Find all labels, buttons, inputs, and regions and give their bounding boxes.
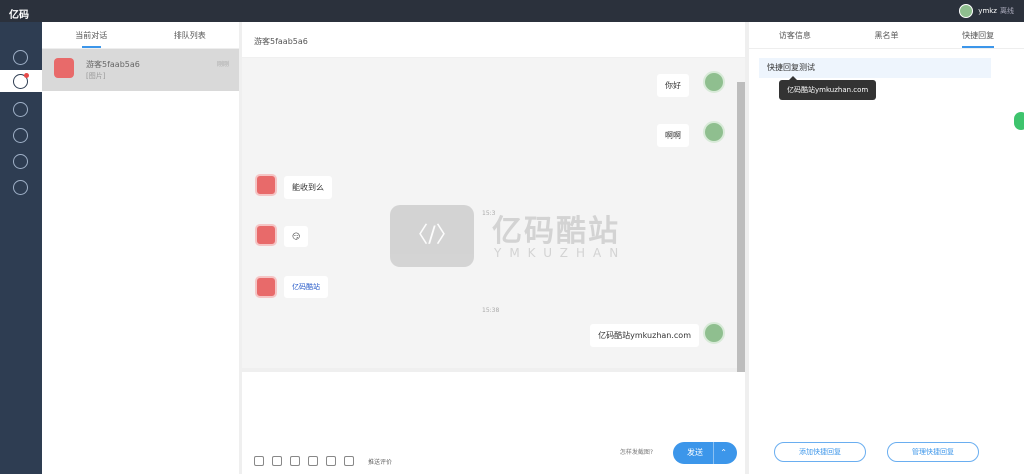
visitor-avatar	[255, 224, 277, 246]
watermark-title: 亿码酷站	[492, 214, 620, 249]
send-label: 发送	[687, 448, 703, 457]
chevron-up-icon[interactable]: ⌃	[713, 442, 727, 464]
watermark-logo: 〈/〉	[390, 205, 474, 267]
visitor-icon[interactable]	[13, 128, 28, 143]
visitor-avatar	[255, 174, 277, 196]
list-icon[interactable]	[13, 154, 28, 169]
manage-quick-reply-button[interactable]: 管理快捷回复	[887, 442, 979, 462]
last-message: [图片]	[86, 72, 106, 80]
message-editor[interactable]: 推送评价 怎样发截图? 发送 ⌃	[242, 372, 745, 474]
tab-visitor-info[interactable]: 访客信息	[749, 22, 841, 48]
app-logo: 亿码	[9, 10, 29, 21]
visitor-name: 游客5faab5a6	[86, 60, 140, 69]
visitor-avatar	[255, 276, 277, 298]
send-button[interactable]: 发送 ⌃	[673, 442, 737, 464]
scrollbar[interactable]	[737, 82, 745, 382]
block-icon[interactable]	[308, 456, 318, 466]
message-bubble: 亿码酷站ymkuzhan.com	[590, 324, 699, 347]
avatar	[959, 4, 974, 18]
message-image[interactable]: 亿码酷站	[284, 276, 328, 298]
tab-current[interactable]: 当前对话	[42, 22, 141, 48]
image-icon[interactable]	[272, 456, 282, 466]
list-item[interactable]: 游客5faab5a6 [图片] 刚刚	[42, 49, 239, 91]
tab-quick-reply[interactable]: 快捷回复	[932, 22, 1024, 48]
message-bubble: 啊啊	[657, 124, 689, 147]
home-icon[interactable]	[13, 50, 28, 65]
message-bubble: 😏	[284, 226, 309, 247]
agent-avatar	[703, 121, 725, 143]
transfer-icon[interactable]	[326, 456, 336, 466]
chat-area: 游客5faab5a6 你好 啊啊 能收到么 15:3 😏 亿码酷站 15:38 …	[242, 22, 745, 382]
message-bubble: 你好	[657, 74, 689, 97]
user-status: 离线	[1000, 7, 1014, 15]
top-bar: 亿码 ymkz 离线	[0, 0, 1024, 22]
history-icon[interactable]	[344, 456, 354, 466]
push-evaluation[interactable]: 推送评价	[368, 457, 392, 466]
tab-blacklist[interactable]: 黑名单	[841, 22, 933, 48]
agent-avatar	[703, 71, 725, 93]
message-time: 刚刚	[216, 61, 229, 68]
floating-help-icon[interactable]	[1014, 112, 1024, 130]
user-name: ymkz	[978, 7, 997, 15]
user-menu[interactable]: ymkz 离线	[959, 4, 1014, 18]
add-quick-reply-button[interactable]: 添加快捷回复	[774, 442, 866, 462]
watermark-subtitle: YMKUZHAN	[494, 246, 627, 260]
settings-icon[interactable]	[13, 180, 28, 195]
emoji-icon[interactable]	[254, 456, 264, 466]
left-nav: ›	[0, 22, 42, 474]
history-icon[interactable]	[13, 102, 28, 117]
timestamp: 15:38	[482, 307, 500, 314]
unread-dot	[24, 73, 29, 78]
right-panel: 访客信息 黑名单 快捷回复 快捷回复测试 亿码酷站ymkuzhan.com 添加…	[749, 22, 1024, 474]
quick-reply-item[interactable]: 快捷回复测试	[759, 58, 991, 78]
chat-title: 游客5faab5a6	[242, 22, 745, 58]
agent-avatar	[703, 322, 725, 344]
screenshot-help[interactable]: 怎样发截图?	[620, 447, 653, 456]
visitor-avatar	[54, 58, 74, 78]
message-bubble: 能收到么	[284, 176, 332, 199]
tab-queue[interactable]: 排队列表	[141, 22, 240, 48]
conversation-panel: 当前对话 排队列表 游客5faab5a6 [图片] 刚刚	[42, 22, 239, 474]
tooltip: 亿码酷站ymkuzhan.com	[779, 76, 877, 100]
folder-icon[interactable]	[290, 456, 300, 466]
